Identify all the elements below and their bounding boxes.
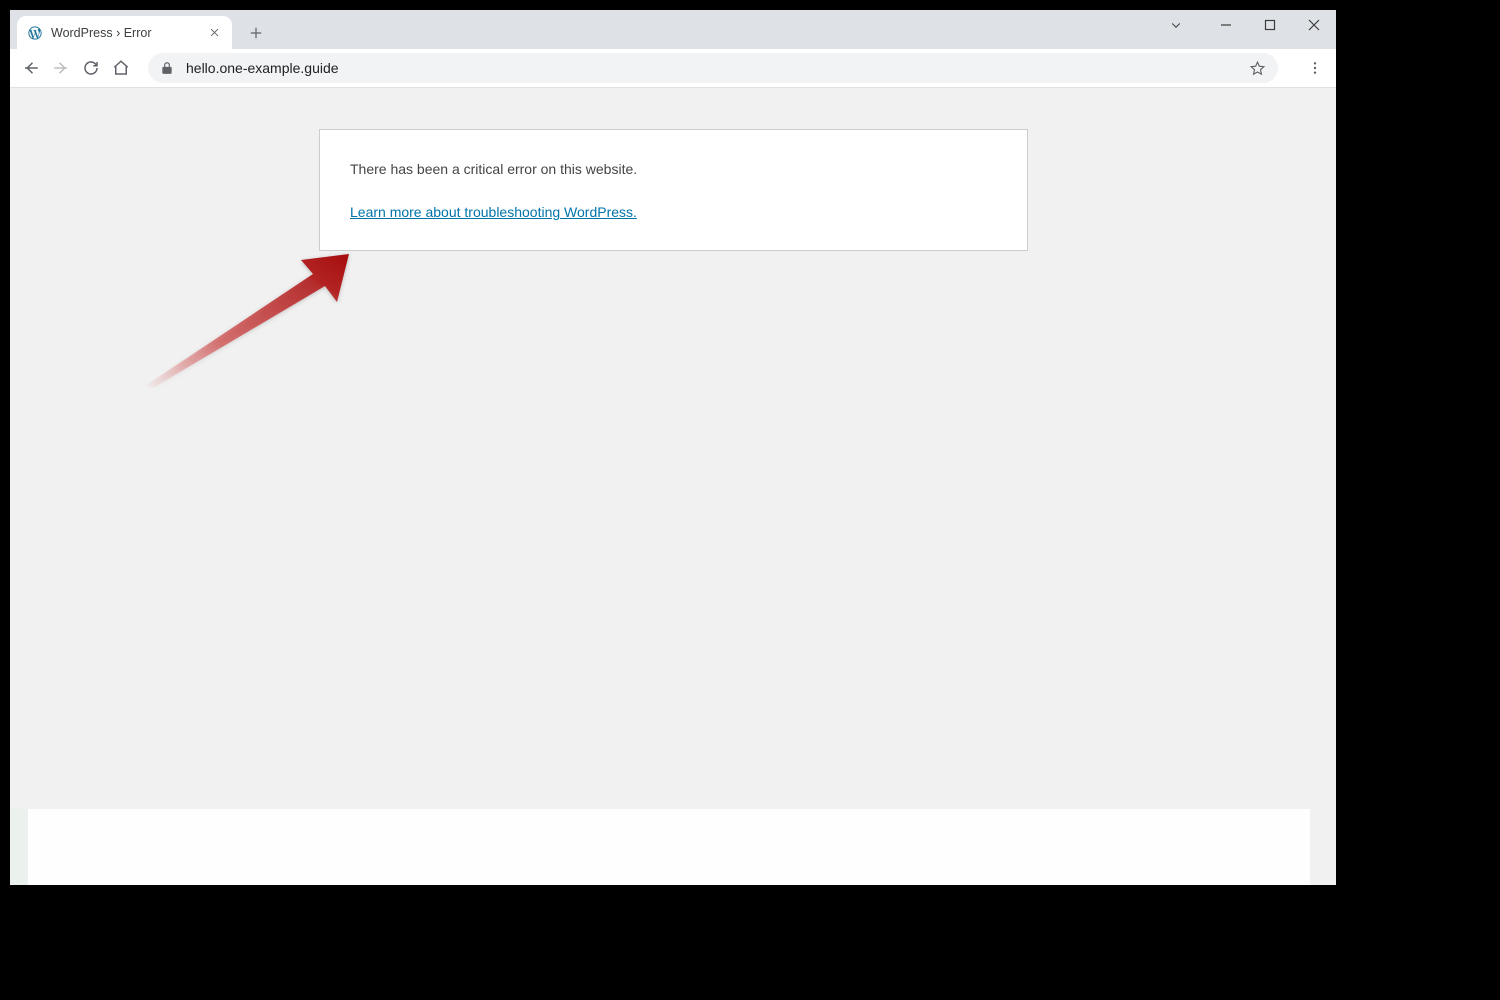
error-message: There has been a critical error on this … [350,158,997,180]
titlebar: WordPress › Error [10,10,1336,49]
minimize-button[interactable] [1204,10,1248,40]
page-viewport: There has been a critical error on this … [10,88,1336,885]
kebab-menu-icon[interactable] [1300,53,1330,83]
bottom-strip-left [10,809,28,885]
address-bar[interactable]: hello.one-example.guide [148,53,1278,83]
forward-button[interactable] [46,53,76,83]
close-tab-icon[interactable] [206,25,222,41]
back-button[interactable] [16,53,46,83]
bottom-strip [10,809,1310,885]
url-text: hello.one-example.guide [186,60,1249,76]
lock-icon[interactable] [160,61,174,75]
new-tab-button[interactable] [242,19,270,47]
troubleshoot-link[interactable]: Learn more about troubleshooting WordPre… [350,204,637,220]
bookmark-star-icon[interactable] [1249,60,1266,77]
error-box: There has been a critical error on this … [319,129,1028,251]
home-button[interactable] [106,53,136,83]
browser-window: WordPress › Error [10,10,1336,885]
browser-toolbar: hello.one-example.guide [10,49,1336,88]
browser-tab[interactable]: WordPress › Error [17,16,232,49]
maximize-button[interactable] [1248,10,1292,40]
wordpress-favicon [27,25,43,41]
annotation-arrow [145,238,355,388]
chevron-down-icon[interactable] [1154,10,1198,40]
window-controls [1154,10,1336,40]
reload-button[interactable] [76,53,106,83]
close-window-button[interactable] [1292,10,1336,40]
tab-title: WordPress › Error [51,26,206,40]
